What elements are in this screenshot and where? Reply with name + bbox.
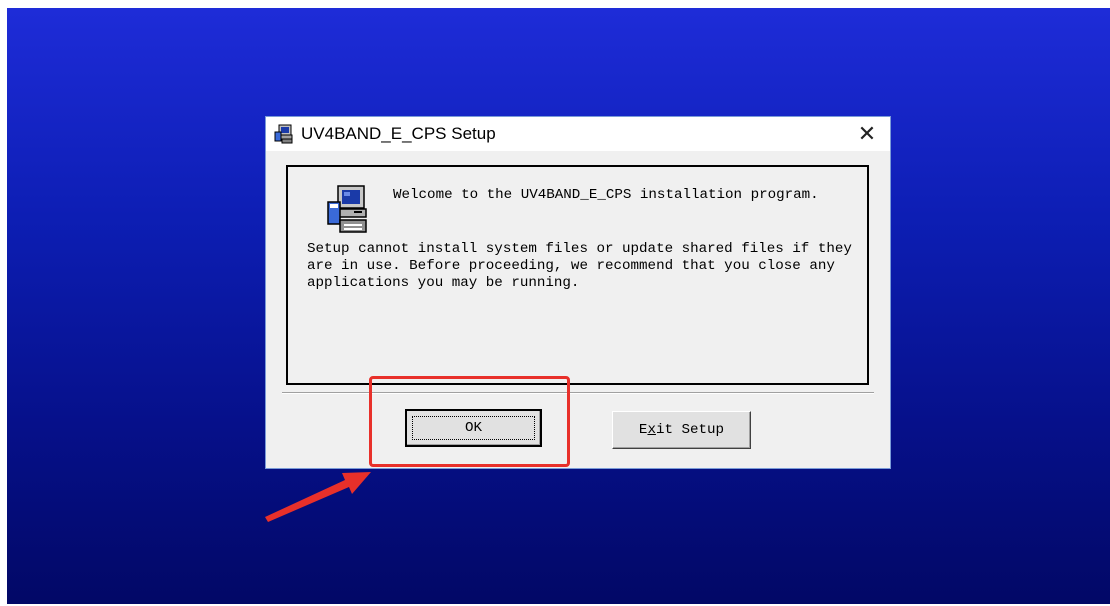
close-icon: ✕ xyxy=(857,121,877,146)
setup-computer-icon xyxy=(327,185,367,233)
title-bar[interactable]: UV4BAND_E_CPS Setup ✕ xyxy=(266,117,890,151)
welcome-text: Welcome to the UV4BAND_E_CPS installatio… xyxy=(393,187,819,203)
setup-message: Setup cannot install system files or upd… xyxy=(307,241,852,291)
setup-computer-icon xyxy=(274,124,293,144)
content-panel: Welcome to the UV4BAND_E_CPS installatio… xyxy=(286,165,869,385)
setup-dialog: UV4BAND_E_CPS Setup ✕ Welcome to the UV4… xyxy=(265,116,891,469)
red-arrow-annotation xyxy=(265,472,371,522)
highlight-annotation-box xyxy=(369,376,570,467)
dialog-title: UV4BAND_E_CPS Setup xyxy=(301,124,496,143)
exit-setup-button[interactable]: Exit Setup xyxy=(612,411,751,449)
exit-setup-button-label: Exit Setup xyxy=(638,422,725,438)
close-button[interactable]: ✕ xyxy=(844,117,890,151)
